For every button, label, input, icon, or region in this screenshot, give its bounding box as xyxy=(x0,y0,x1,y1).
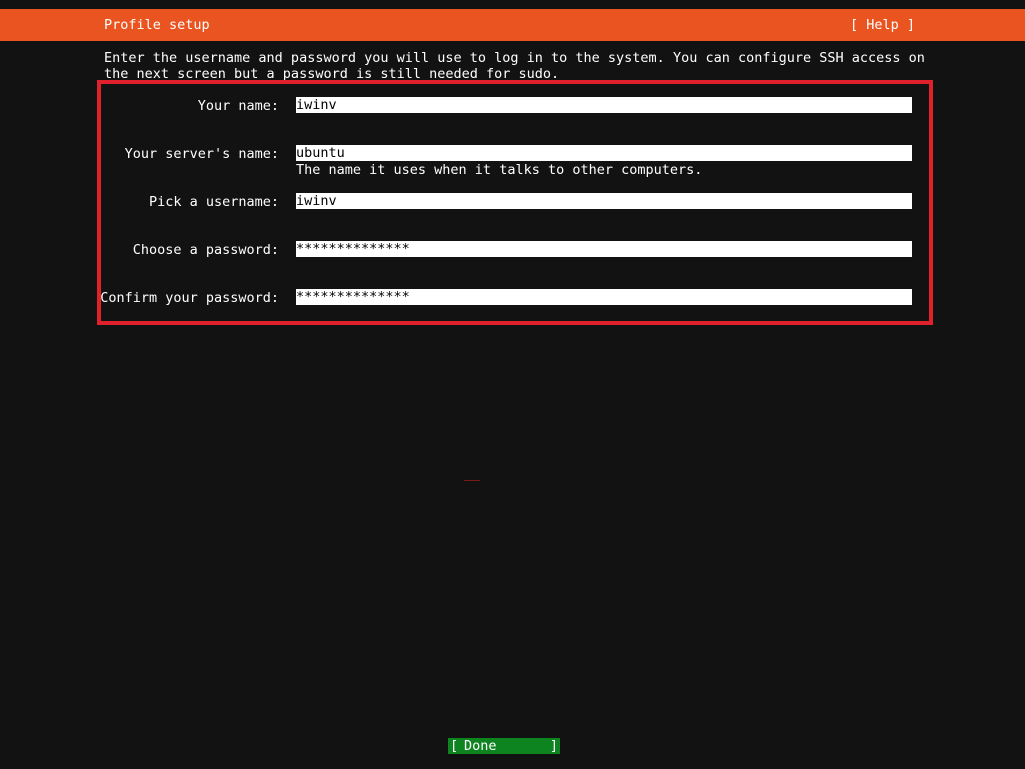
page-title: Profile setup xyxy=(104,17,210,33)
password-label: Choose a password: xyxy=(132,242,279,258)
window-top-strip xyxy=(0,0,1025,9)
server-name-hint: The name it uses when it talks to other … xyxy=(296,162,703,178)
intro-text: Enter the username and password you will… xyxy=(104,50,925,82)
username-input[interactable]: iwinv xyxy=(296,193,912,209)
done-bracket-close: ] xyxy=(549,738,558,754)
done-bracket-open: [ xyxy=(450,738,459,754)
server-name-label: Your server's name: xyxy=(124,146,279,162)
help-button[interactable]: [ Help ] xyxy=(850,17,915,33)
confirm-password-label: Confirm your password: xyxy=(100,290,279,306)
intro-line-1: Enter the username and password you will… xyxy=(104,50,925,66)
name-input[interactable]: iwinv xyxy=(296,97,912,113)
name-label: Your name: xyxy=(197,98,279,114)
header-bar: Profile setup [ Help ] xyxy=(0,9,1025,41)
done-label: Done xyxy=(464,738,497,754)
confirm-password-input[interactable]: ************** xyxy=(296,289,912,305)
password-input[interactable]: ************** xyxy=(296,241,912,257)
divider-mark xyxy=(464,480,480,481)
username-label: Pick a username: xyxy=(148,194,279,210)
server-name-input[interactable]: ubuntu xyxy=(296,145,912,161)
done-button[interactable]: [ Done ] xyxy=(448,738,560,754)
